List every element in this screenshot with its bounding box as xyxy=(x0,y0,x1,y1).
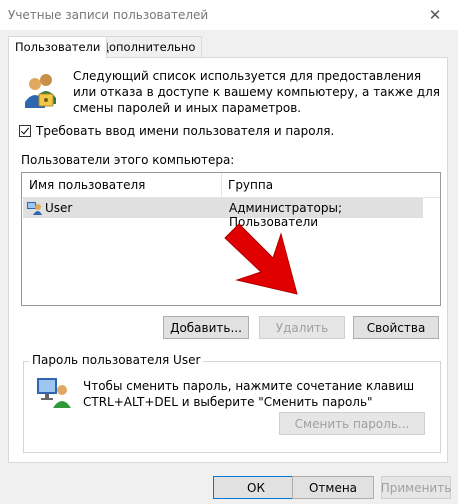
require-login-checkbox[interactable] xyxy=(19,125,31,137)
column-separator[interactable] xyxy=(221,173,222,197)
require-login-checkbox-row[interactable]: Требовать ввод имени пользователя и паро… xyxy=(19,124,334,138)
password-message: Чтобы сменить пароль, нажмите сочетание … xyxy=(83,378,414,410)
column-header-name[interactable]: Имя пользователя xyxy=(29,178,145,192)
ok-button[interactable]: ОК xyxy=(213,476,299,499)
description-text: Следующий список используется для предос… xyxy=(73,69,440,115)
column-header-group[interactable]: Группа xyxy=(228,178,273,192)
users-icon xyxy=(25,74,56,108)
require-login-label: Требовать ввод имени пользователя и паро… xyxy=(36,124,335,138)
remove-button[interactable]: Удалить xyxy=(259,316,345,339)
properties-button[interactable]: Свойства xyxy=(353,316,439,339)
users-tab-panel: Следующий список используется для предос… xyxy=(8,57,448,463)
apply-button[interactable]: Применить xyxy=(381,476,451,499)
users-list-label: Пользователи этого компьютера: xyxy=(21,153,235,167)
user-name-cell: User xyxy=(45,201,73,215)
user-password-icon xyxy=(37,378,71,408)
user-icon xyxy=(27,202,42,215)
list-header: Имя пользователя Группа xyxy=(22,173,440,198)
change-password-button[interactable]: Сменить пароль... xyxy=(279,412,425,435)
add-button[interactable]: Добавить... xyxy=(163,316,249,339)
cancel-button[interactable]: Отмена xyxy=(292,476,374,499)
password-message-line2: CTRL+ALT+DEL и выберите "Сменить пароль" xyxy=(83,395,373,409)
tab-users[interactable]: Пользователи xyxy=(8,36,108,59)
table-row[interactable]: User Администраторы; Пользователи xyxy=(23,198,423,229)
window-title: Учетные записи пользователей xyxy=(8,8,209,22)
password-message-line1: Чтобы сменить пароль, нажмите сочетание … xyxy=(83,379,415,393)
tab-advanced[interactable]: Дополнительно xyxy=(93,36,203,58)
password-group-title: Пароль пользователя User xyxy=(29,353,204,367)
title-bar: Учетные записи пользователей ✕ xyxy=(0,0,458,30)
red-arrow-icon xyxy=(224,223,298,295)
close-icon[interactable]: ✕ xyxy=(412,0,458,30)
